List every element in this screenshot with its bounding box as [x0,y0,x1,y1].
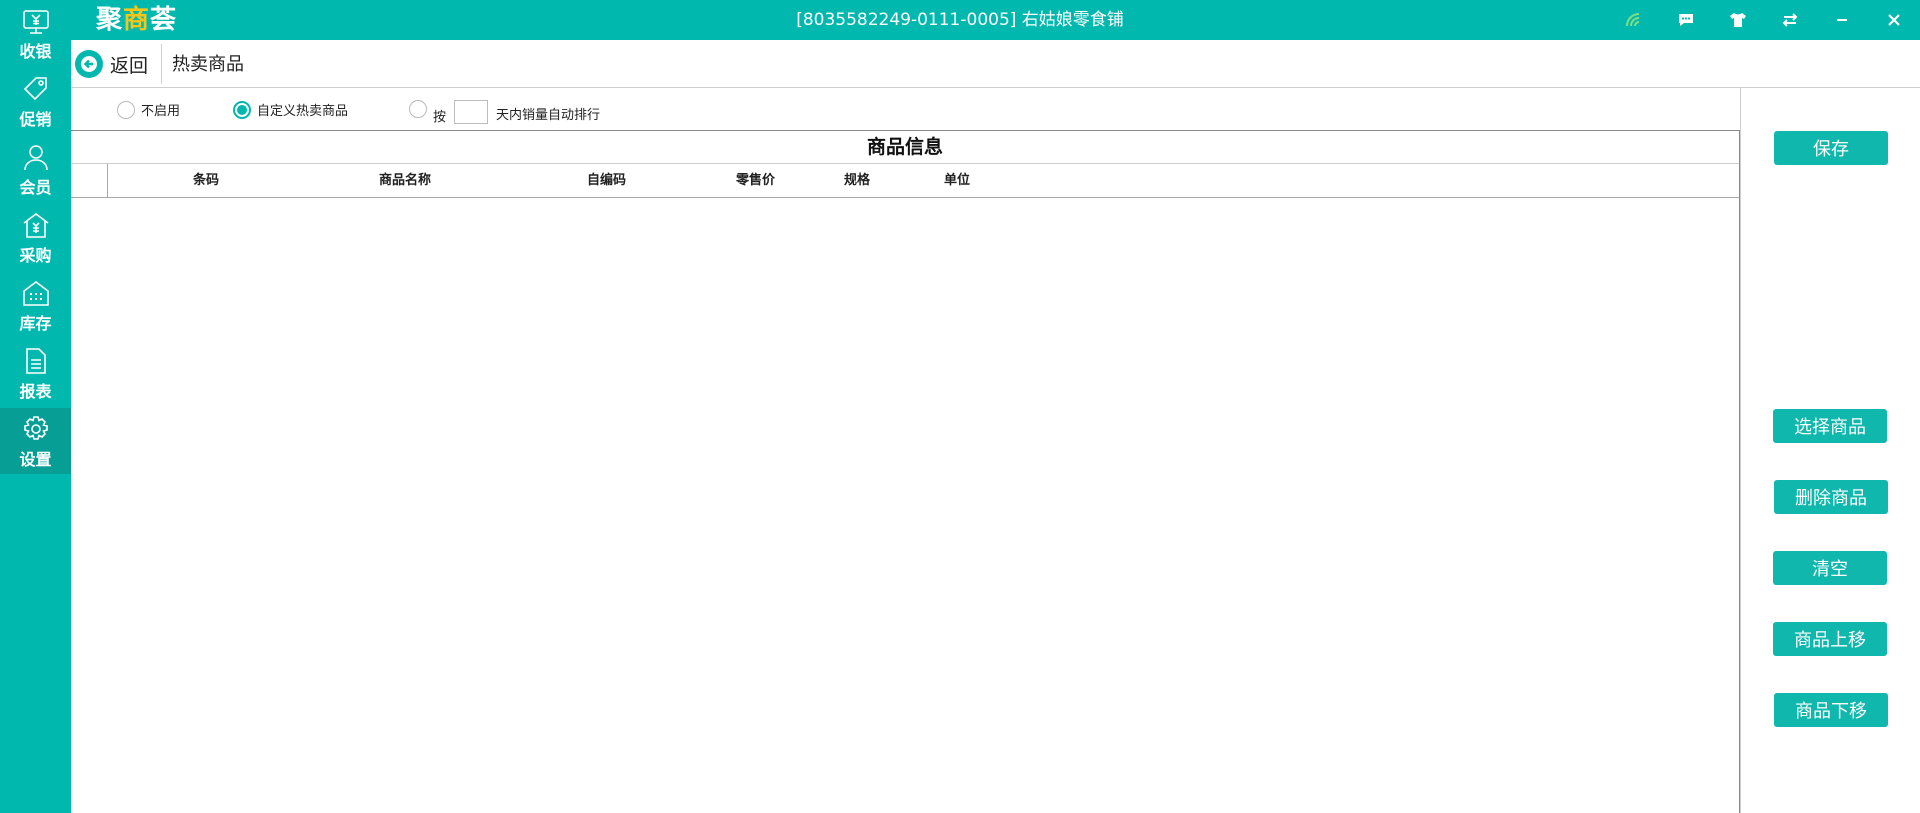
wifi-icon[interactable] [1608,0,1660,40]
radio-circle[interactable] [117,100,135,119]
header-divider [161,44,162,84]
column-header-price[interactable]: 零售价 [736,164,775,198]
goods-grid: 商品信息 条码 商品名称 自编码 零售价 规格 单位 [71,130,1740,813]
radio-dot [237,104,247,115]
days-input[interactable] [454,99,489,124]
column-header-name[interactable]: 商品名称 [379,164,431,198]
sidebar: 收银 促销 会员 采购 库存 报表 设置 [0,0,71,813]
radio-circle[interactable] [409,99,427,118]
sidebar-item-label: 收银 [19,42,52,61]
sidebar-item-settings[interactable]: 设置 [0,408,71,474]
warehouse-icon [22,281,49,306]
logo-char-3: 荟 [150,5,178,35]
logo-char-2: 商 [123,5,151,35]
sidebar-item-inventory[interactable]: 库存 [0,272,71,338]
select-goods-button[interactable]: 选择商品 [1773,409,1887,443]
user-icon [23,145,48,171]
radio-auto-rank[interactable]: 按 天内销量自动排行 [409,98,600,125]
page-title: 热卖商品 [172,54,244,75]
hot-goods-mode-options: 不启用 自定义热卖商品 按 天内销量自动排行 [71,88,1740,130]
minimize-icon[interactable] [1816,0,1868,40]
row-header-cell[interactable] [71,164,108,198]
move-up-button[interactable]: 商品上移 [1773,622,1887,656]
grid-body[interactable] [71,199,1739,813]
purchase-icon [23,213,48,238]
column-header-barcode[interactable]: 条码 [193,164,219,198]
message-icon[interactable] [1660,0,1712,40]
radio-circle-checked[interactable] [233,100,251,119]
sidebar-item-label: 采购 [19,246,52,265]
back-arrow-icon [75,50,103,78]
sidebar-item-label: 报表 [19,382,52,401]
window-controls [1608,0,1920,40]
column-header-code[interactable]: 自编码 [587,164,626,198]
grid-header-row: 条码 商品名称 自编码 零售价 规格 单位 [71,164,1739,198]
radio-disable[interactable]: 不启用 [117,100,180,119]
move-down-button[interactable]: 商品下移 [1774,693,1888,727]
close-icon[interactable] [1868,0,1920,40]
sidebar-item-label: 会员 [19,178,52,197]
tag-icon [23,77,47,101]
back-button[interactable]: 返回 [75,48,148,80]
sidebar-item-cashier[interactable]: 收银 [0,0,71,66]
sidebar-item-report[interactable]: 报表 [0,340,71,406]
sidebar-item-label: 库存 [19,314,52,333]
sidebar-item-label: 促销 [19,110,52,129]
sidebar-item-purchase[interactable]: 采购 [0,204,71,270]
sidebar-item-label: 设置 [19,450,52,469]
back-label: 返回 [110,54,149,77]
radio-auto-rank-suffix: 天内销量自动排行 [496,108,601,123]
action-panel: 保存 选择商品 删除商品 清空 商品上移 商品下移 [1740,88,1920,813]
save-button[interactable]: 保存 [1774,131,1888,165]
column-header-unit[interactable]: 单位 [944,164,970,198]
document-icon [25,348,46,374]
gear-icon [23,416,48,440]
app-logo: 聚商荟 [96,4,177,36]
radio-disable-label: 不启用 [141,104,181,119]
switch-icon[interactable] [1764,0,1816,40]
delete-goods-button[interactable]: 删除商品 [1774,480,1888,514]
column-header-spec[interactable]: 规格 [844,164,870,198]
sidebar-item-promotion[interactable]: 促销 [0,68,71,134]
page-header: 返回 热卖商品 [71,40,1920,88]
shirt-icon[interactable] [1712,0,1764,40]
logo-char-1: 聚 [96,5,124,35]
radio-custom-label: 自定义热卖商品 [257,104,349,119]
radio-auto-rank-prefix: 按 [433,110,447,125]
grid-title: 商品信息 [71,131,1739,164]
title-bar: 聚商荟 [8035582249-0111-0005] 右姑娘零食铺 [0,0,1920,40]
radio-custom[interactable]: 自定义热卖商品 [233,100,348,119]
clear-button[interactable]: 清空 [1773,551,1887,585]
cashier-icon [22,10,49,34]
sidebar-item-member[interactable]: 会员 [0,136,71,202]
